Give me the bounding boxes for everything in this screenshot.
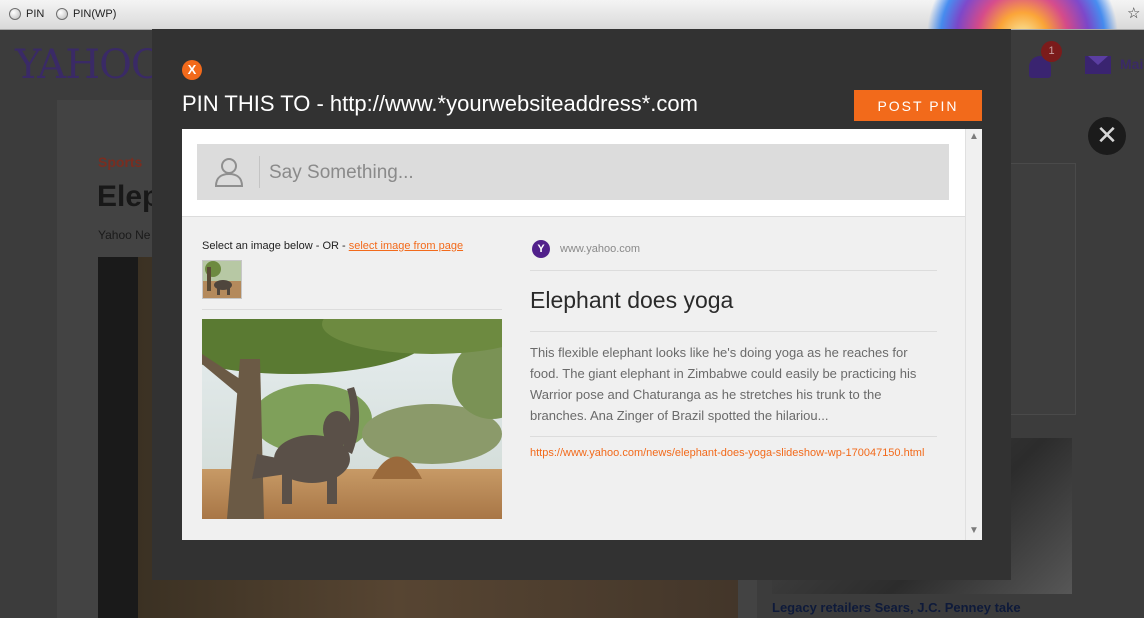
preview-divider [530, 331, 937, 332]
preview-url[interactable]: https://www.yahoo.com/news/elephant-does… [530, 447, 924, 459]
scroll-up-icon[interactable]: ▲ [969, 131, 979, 142]
pin-modal: X PIN THIS TO - http://www.*yourwebsitea… [152, 29, 1011, 580]
modal-close-button[interactable]: X [182, 60, 202, 80]
article-byline: Yahoo Ne [98, 228, 151, 242]
target-url: http://www.*yourwebsiteaddress*.com [329, 91, 698, 116]
bookmark-pin[interactable]: PIN [9, 6, 44, 22]
bookmark-label: PIN [26, 8, 45, 20]
mail-label: Mai [1120, 56, 1144, 72]
selected-image[interactable] [202, 319, 502, 519]
comment-area [182, 129, 965, 217]
star-icon[interactable]: ☆ [1127, 6, 1140, 22]
comment-input[interactable] [269, 158, 929, 188]
pin-content-panel: Select an image below - OR - select imag… [182, 129, 982, 540]
image-select-prompt: Select an image below - OR - select imag… [202, 240, 463, 252]
select-prefix: Select an image below - OR - [202, 240, 349, 252]
user-icon [214, 158, 244, 187]
sidebar-story-title: Legacy retailers Sears, J.C. Penney take [772, 600, 1021, 615]
site-domain: www.yahoo.com [560, 243, 641, 255]
yahoo-logo: YAHOO [15, 42, 164, 88]
comment-box[interactable] [197, 144, 949, 200]
scroll-down-icon[interactable]: ▼ [969, 525, 979, 536]
preview-divider [530, 270, 937, 271]
mail-icon [1085, 56, 1111, 74]
content-scrollbar[interactable]: ▲ ▼ [965, 129, 982, 540]
globe-icon [9, 8, 21, 20]
category-label: Sports [98, 154, 143, 170]
lightbox-close-icon[interactable]: ✕ [1088, 117, 1126, 155]
comment-divider [259, 156, 260, 188]
preview-description: This flexible elephant looks like he's d… [530, 345, 917, 423]
notification-badge: 1 [1041, 41, 1062, 62]
thumbnail-divider [202, 309, 502, 310]
elephant-image [202, 319, 502, 519]
bookmark-label: PIN(WP) [73, 8, 117, 20]
yahoo-favicon-icon: Y [532, 240, 550, 258]
modal-title: PIN THIS TO - http://www.*yourwebsiteadd… [182, 91, 698, 117]
preview-title: Elephant does yoga [530, 287, 734, 313]
post-pin-button[interactable]: POST PIN [854, 90, 982, 121]
bookmarks-bar: PIN PIN(WP) ☆ [0, 0, 1144, 30]
article-headline: Elep [97, 180, 161, 213]
image-thumbnail[interactable] [202, 260, 242, 299]
preview-divider [530, 436, 937, 437]
select-image-link[interactable]: select image from page [349, 240, 463, 252]
elephant-thumbnail-image [203, 261, 241, 298]
bookmark-pin-wp[interactable]: PIN(WP) [56, 6, 116, 22]
browser-theme-art [915, 0, 1130, 29]
globe-icon [56, 8, 68, 20]
modal-title-prefix: PIN THIS TO - [182, 91, 330, 116]
